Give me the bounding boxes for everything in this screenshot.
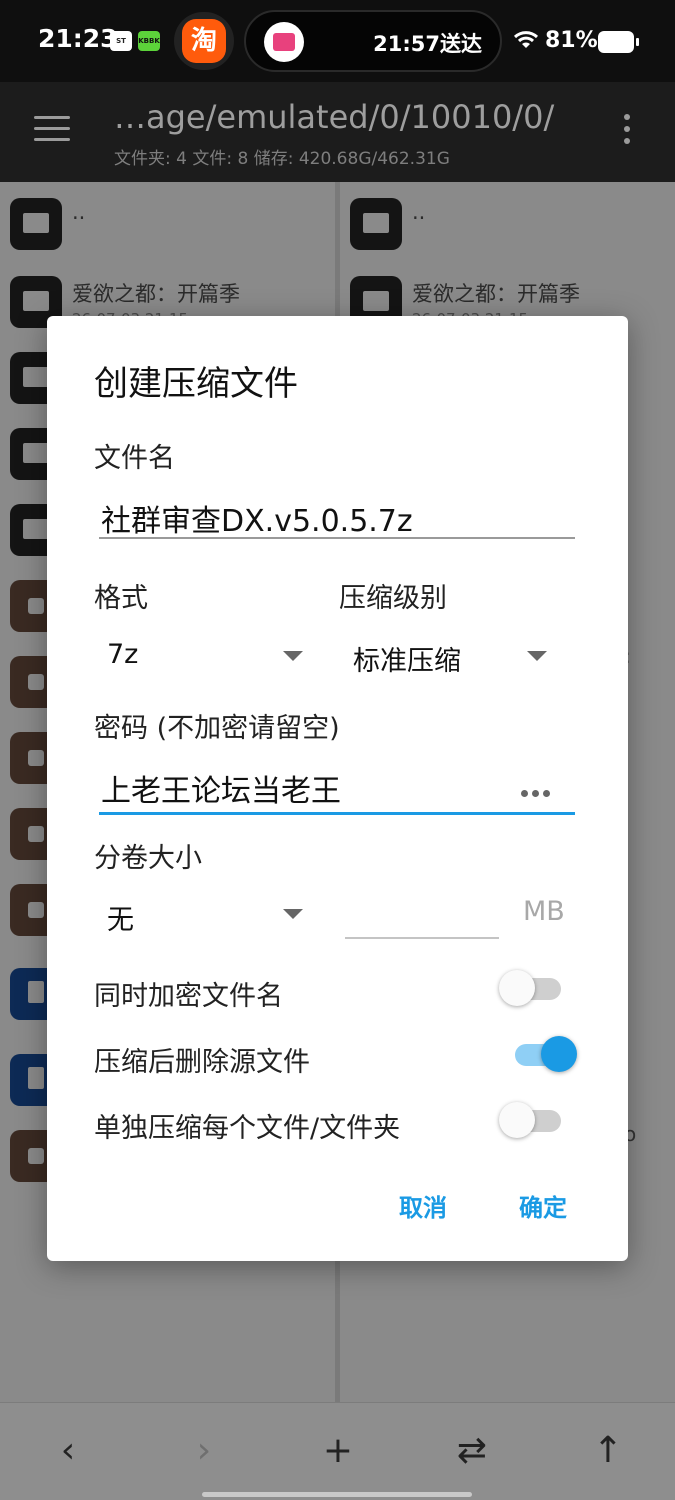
notification-app-icon: KBBK bbox=[138, 31, 160, 51]
more-options-icon[interactable] bbox=[624, 114, 632, 148]
ok-button[interactable]: 确定 bbox=[519, 1188, 567, 1223]
swap-panels-icon[interactable]: ⇄ bbox=[450, 1433, 494, 1469]
live-activity-island[interactable]: 21:57送达 bbox=[244, 10, 502, 72]
compression-level-label: 压缩级别 bbox=[339, 583, 447, 614]
forward-icon[interactable]: › bbox=[182, 1433, 226, 1469]
show-password-icon[interactable] bbox=[521, 782, 555, 797]
compress-separately-toggle[interactable] bbox=[499, 1100, 563, 1140]
status-time: 21:23 bbox=[38, 24, 118, 53]
list-item[interactable]: .. bbox=[0, 188, 335, 264]
encrypt-names-toggle[interactable] bbox=[499, 968, 563, 1008]
split-size-underline bbox=[345, 937, 499, 939]
menu-icon[interactable] bbox=[34, 116, 70, 142]
wifi-icon bbox=[512, 28, 540, 55]
split-unit: MB bbox=[523, 896, 565, 927]
app-bar: …age/emulated/0/10010/0/ 文件夹: 4 文件: 8 储存… bbox=[0, 82, 675, 182]
battery-percent: 81% bbox=[545, 28, 598, 53]
filename-label: 文件名 bbox=[94, 443, 175, 474]
caret-down-icon bbox=[283, 651, 303, 661]
folder-icon bbox=[350, 198, 402, 250]
password-input[interactable]: 上老王论坛当老王 bbox=[101, 766, 341, 810]
caret-down-icon bbox=[283, 909, 303, 919]
list-item[interactable]: .. bbox=[340, 188, 675, 264]
format-label: 格式 bbox=[94, 583, 148, 614]
status-bar: 21:23 ST KBBK 淘 21:57送达 81% bbox=[0, 0, 675, 82]
back-icon[interactable]: ‹ bbox=[46, 1433, 90, 1469]
split-size-value: 无 bbox=[107, 905, 134, 936]
filename-input[interactable]: 社群审查DX.v5.0.5.7z bbox=[101, 496, 413, 540]
encrypt-names-label: 同时加密文件名 bbox=[94, 981, 283, 1012]
folder-icon bbox=[10, 198, 62, 250]
taobao-bubble[interactable]: 淘 bbox=[174, 12, 234, 70]
home-indicator[interactable] bbox=[202, 1492, 472, 1497]
delivery-time: 21:57送达 bbox=[373, 32, 482, 56]
file-name: .. bbox=[72, 200, 86, 224]
compression-level-value: 标准压缩 bbox=[353, 646, 461, 677]
password-underline bbox=[99, 812, 575, 815]
bottom-toolbar: ‹ › + ⇄ ↑ bbox=[0, 1402, 675, 1500]
shop-icon bbox=[264, 22, 304, 62]
up-directory-icon[interactable]: ↑ bbox=[586, 1433, 630, 1469]
delete-source-label: 压缩后删除源文件 bbox=[94, 1047, 310, 1078]
current-path: …age/emulated/0/10010/0/ bbox=[114, 98, 555, 136]
password-label: 密码 (不加密请留空) bbox=[94, 713, 340, 744]
add-icon[interactable]: + bbox=[316, 1433, 360, 1469]
notification-app-icon: ST bbox=[110, 31, 132, 51]
file-name: .. bbox=[412, 200, 426, 224]
caret-down-icon bbox=[527, 651, 547, 661]
create-archive-dialog: 创建压缩文件 文件名 社群审查DX.v5.0.5.7z 格式 压缩级别 7z 标… bbox=[47, 316, 628, 1261]
cancel-button[interactable]: 取消 bbox=[399, 1188, 447, 1223]
format-value: 7z bbox=[107, 639, 139, 670]
delete-source-toggle[interactable] bbox=[513, 1034, 577, 1074]
filename-underline bbox=[99, 537, 575, 539]
file-name: 爱欲之都：开篇季 bbox=[412, 282, 580, 306]
taobao-icon: 淘 bbox=[182, 19, 226, 63]
dialog-title: 创建压缩文件 bbox=[94, 364, 298, 404]
file-name: 爱欲之都：开篇季 bbox=[72, 282, 240, 306]
battery-icon bbox=[598, 31, 639, 53]
split-size-label: 分卷大小 bbox=[94, 843, 202, 874]
storage-summary: 文件夹: 4 文件: 8 储存: 420.68G/462.31G bbox=[114, 149, 450, 169]
compress-separately-label: 单独压缩每个文件/文件夹 bbox=[94, 1113, 401, 1144]
